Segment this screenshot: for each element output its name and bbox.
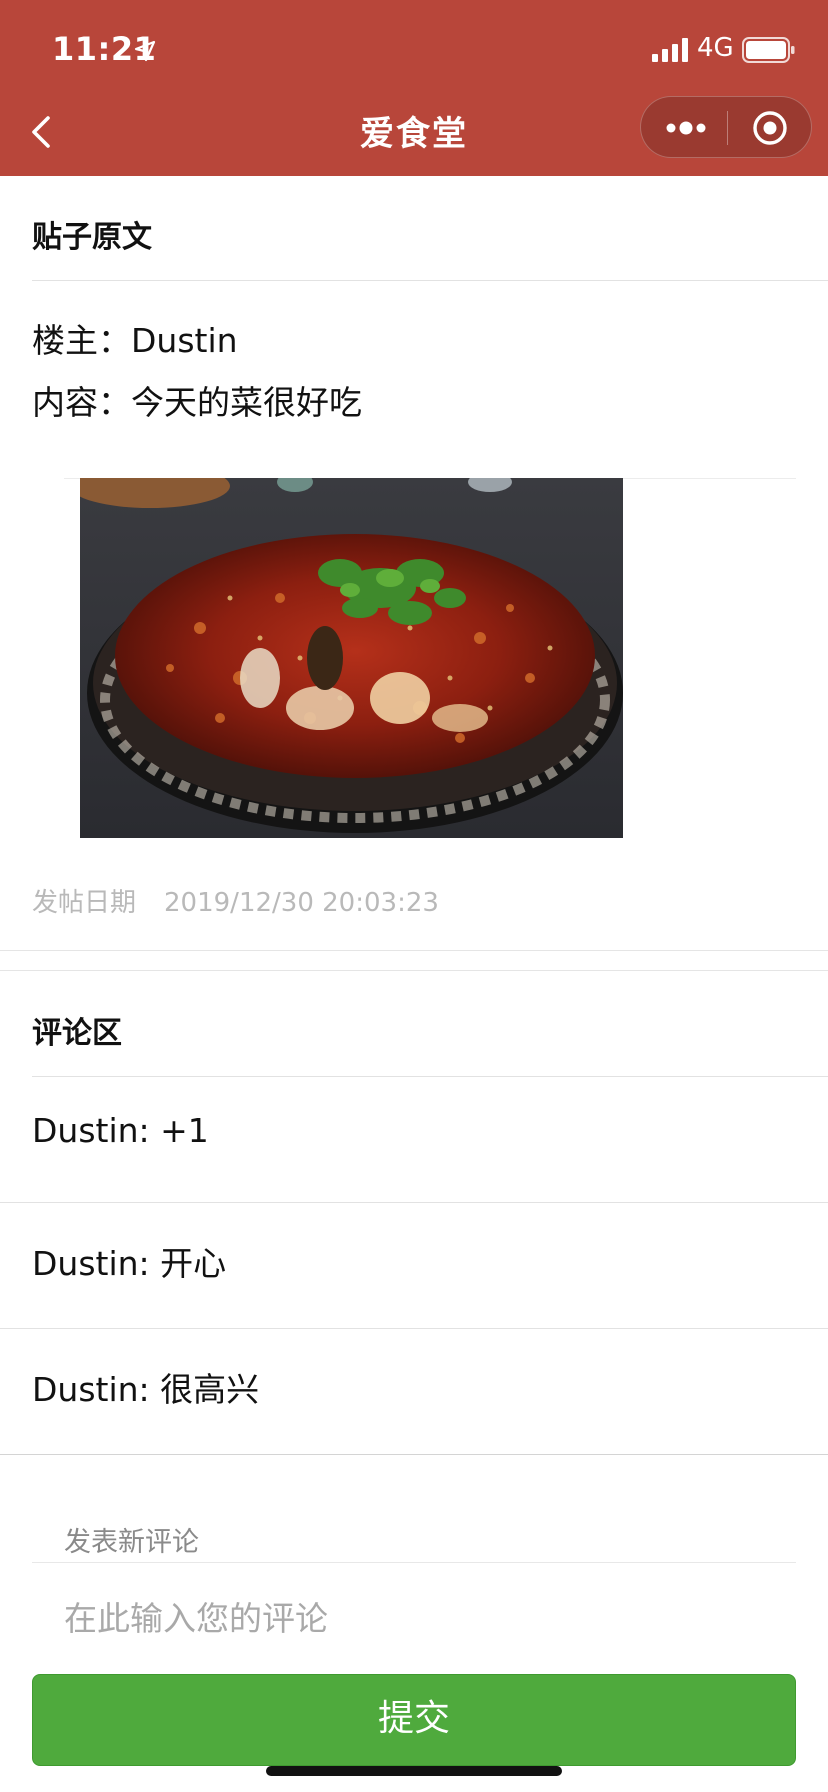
signal-bars-icon <box>652 38 688 62</box>
post-content-line: 内容：今天的菜很好吃 <box>32 376 362 424</box>
battery-icon <box>742 37 795 63</box>
post-content: 今天的菜很好吃 <box>131 383 362 422</box>
divider <box>0 1202 828 1203</box>
new-comment-label: 发表新评论 <box>64 1527 199 1558</box>
capsule-menu <box>640 96 812 158</box>
close-miniprogram-button[interactable] <box>728 97 812 159</box>
comment-item: Dustin: 很高兴 <box>32 1370 260 1409</box>
divider <box>32 280 828 281</box>
submit-button[interactable]: 提交 <box>32 1674 796 1766</box>
author-name: Dustin <box>131 321 238 360</box>
comment-item: Dustin: 开心 <box>32 1244 227 1283</box>
comment-input[interactable] <box>64 1590 794 1646</box>
post-date-label: 发帖日期 <box>32 888 137 918</box>
post-date-row: 发帖日期 2019/12/30 20:03:23 <box>32 882 439 919</box>
target-close-icon <box>753 111 787 145</box>
section-gap <box>0 950 828 971</box>
post-photo <box>80 478 623 838</box>
location-arrow-icon <box>134 40 156 62</box>
comment-item: Dustin: +1 <box>32 1111 209 1150</box>
post-author-line: 楼主：Dustin <box>32 314 238 362</box>
more-dots-icon <box>666 121 706 135</box>
network-label: 4G <box>697 33 734 63</box>
comments-section-title: 评论区 <box>32 1016 122 1051</box>
home-indicator <box>266 1766 562 1776</box>
divider <box>32 1076 828 1077</box>
post-date: 2019/12/30 20:03:23 <box>164 888 439 918</box>
author-label: 楼主： <box>32 321 131 360</box>
divider <box>0 1328 828 1329</box>
divider <box>32 1562 796 1563</box>
food-photo <box>80 478 623 838</box>
nav-header: 11:21 4G 爱食堂 <box>0 0 828 176</box>
content-label: 内容： <box>32 383 131 422</box>
more-button[interactable] <box>641 97 727 159</box>
post-section-title: 贴子原文 <box>32 220 152 255</box>
divider <box>0 1454 828 1455</box>
